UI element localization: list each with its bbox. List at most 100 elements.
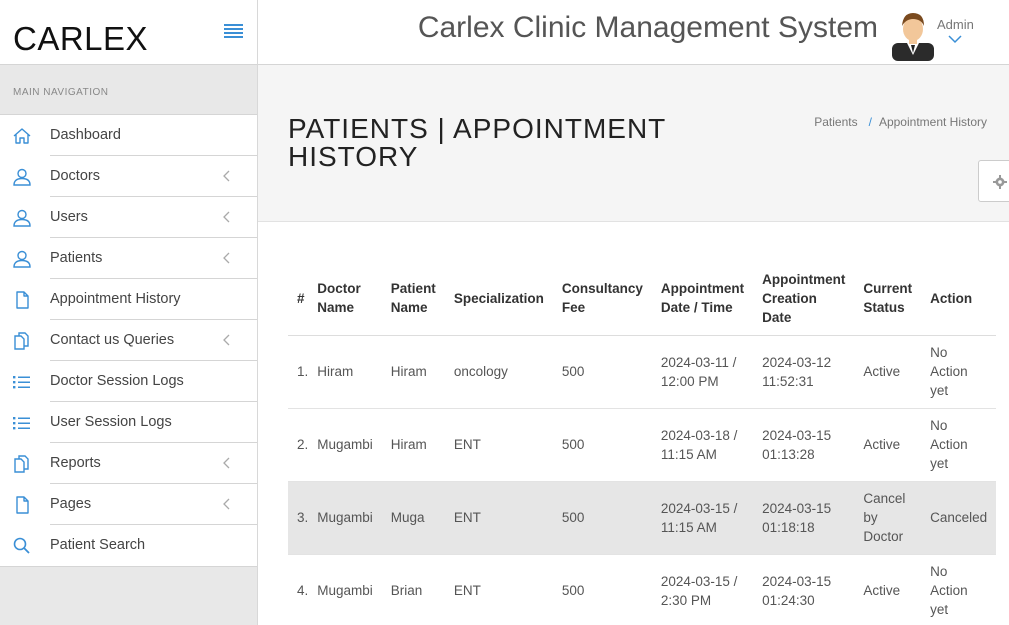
breadcrumb-separator: / (868, 115, 872, 129)
cell-action: Canceled (921, 481, 997, 555)
gear-icon (993, 175, 1007, 189)
main-navigation: Dashboard Doctors Users Patients Appointment… (0, 115, 257, 567)
cell-appointment-datetime: 2024-03-11 / 12:00 PM (651, 335, 754, 409)
column-header-appointment-datetime: Appointment Date / Time (651, 262, 754, 336)
cell-specialization: ENT (444, 554, 553, 625)
cell-num: 4. (288, 554, 309, 625)
cell-creation-date: 2024-03-15 01:18:18 (753, 481, 855, 555)
sidebar-item-reports[interactable]: Reports (0, 443, 257, 484)
breadcrumb: Patients / Appointment History (814, 115, 987, 129)
user-icon (12, 209, 32, 227)
cell-num: 3. (288, 481, 309, 555)
home-icon (12, 127, 32, 145)
cell-creation-date: 2024-03-15 01:24:30 (753, 554, 855, 625)
chevron-left-icon (221, 169, 233, 183)
cell-specialization: oncology (444, 335, 553, 409)
column-header-doctor-name: Doctor Name (308, 262, 382, 336)
column-header-action: Action (921, 262, 997, 336)
cell-consultancy-fee: 500 (552, 408, 652, 482)
column-header-num: # (288, 262, 309, 336)
cell-num: 2. (288, 408, 309, 482)
sidebar-item-doctor-session-logs[interactable]: Doctor Session Logs (0, 361, 257, 402)
table-row: 3. Mugambi Muga ENT 500 2024-03-15 / 11:15 AM… (288, 481, 997, 555)
column-header-creation-date: Appointment Creation Date (753, 262, 855, 336)
cell-doctor-name: Hiram (308, 335, 382, 409)
cell-appointment-datetime: 2024-03-15 / 2:30 PM (651, 554, 754, 625)
cell-patient-name: Hiram (381, 408, 445, 482)
table-row: 1. Hiram Hiram oncology 500 2024-03-11 / 12:0… (288, 335, 997, 409)
sidebar-item-doctors[interactable]: Doctors (0, 156, 257, 197)
sidebar-item-users[interactable]: Users (0, 197, 257, 238)
table-row: 4. Mugambi Brian ENT 500 2024-03-15 / 2:30 PM… (288, 554, 997, 625)
cell-doctor-name: Mugambi (308, 481, 382, 555)
sidebar-item-patient-search[interactable]: Patient Search (0, 525, 257, 566)
chevron-down-icon[interactable] (948, 35, 962, 44)
cell-doctor-name: Mugambi (308, 554, 382, 625)
cell-current-status: Active (854, 408, 922, 482)
sidebar-item-label: Appointment History (50, 279, 257, 320)
app-title: Carlex Clinic Management System (417, 11, 878, 44)
files-icon (12, 455, 32, 473)
cell-creation-date: 2024-03-12 11:52:31 (753, 335, 855, 409)
user-icon (12, 250, 32, 268)
settings-button[interactable] (978, 160, 1009, 202)
cell-patient-name: Hiram (381, 335, 445, 409)
cell-patient-name: Brian (381, 554, 445, 625)
appointment-table-container: # Doctor Name Patient Name Specialization Co… (288, 262, 997, 625)
column-header-patient-name: Patient Name (381, 262, 445, 336)
chevron-left-icon (221, 456, 233, 470)
cell-appointment-datetime: 2024-03-18 / 11:15 AM (651, 408, 754, 482)
list-icon (12, 373, 32, 391)
table-row: 2. Mugambi Hiram ENT 500 2024-03-18 / 11:15 A… (288, 408, 997, 482)
sidebar-item-label: Patient Search (50, 537, 146, 553)
nav-section-label: MAIN NAVIGATION (0, 65, 257, 115)
brand: CARLEX (0, 0, 257, 65)
user-icon (12, 168, 32, 186)
sidebar-item-label: Dashboard (50, 115, 257, 156)
chevron-left-icon (221, 210, 233, 224)
cell-consultancy-fee: 500 (552, 554, 652, 625)
cell-consultancy-fee: 500 (552, 335, 652, 409)
cell-action: No Action yet (921, 335, 997, 409)
user-name[interactable]: Admin (937, 17, 974, 32)
sidebar-item-label: Doctor Session Logs (50, 361, 257, 402)
topbar: Carlex Clinic Management System Admin (258, 0, 1009, 65)
cell-specialization: ENT (444, 408, 553, 482)
sidebar-item-pages[interactable]: Pages (0, 484, 257, 525)
cell-action: No Action yet (921, 554, 997, 625)
chevron-left-icon (221, 333, 233, 347)
breadcrumb-current: Appointment History (878, 115, 987, 129)
cell-consultancy-fee: 500 (552, 481, 652, 555)
chevron-left-icon (221, 497, 233, 511)
column-header-current-status: Current Status (854, 262, 922, 336)
cell-specialization: ENT (444, 481, 553, 555)
sidebar-item-dashboard[interactable]: Dashboard (0, 115, 257, 156)
appointment-history-table: # Doctor Name Patient Name Specialization Co… (288, 262, 997, 625)
file-icon (12, 496, 32, 514)
menu-toggle-icon[interactable] (224, 24, 243, 38)
sidebar: CARLEX MAIN NAVIGATION Dashboard Doctors U… (0, 0, 258, 625)
sidebar-item-patients[interactable]: Patients (0, 238, 257, 279)
list-icon (12, 414, 32, 432)
column-header-specialization: Specialization (444, 262, 553, 336)
file-icon (12, 291, 32, 309)
cell-action: No Action yet (921, 408, 997, 482)
cell-doctor-name: Mugambi (308, 408, 382, 482)
cell-num: 1. (288, 335, 309, 409)
sidebar-item-contact-us-queries[interactable]: Contact us Queries (0, 320, 257, 361)
column-header-consultancy-fee: Consultancy Fee (552, 262, 652, 336)
sidebar-item-label: User Session Logs (50, 402, 257, 443)
sidebar-item-appointment-history[interactable]: Appointment History (0, 279, 257, 320)
cell-appointment-datetime: 2024-03-15 / 11:15 AM (651, 481, 754, 555)
search-icon (12, 537, 32, 555)
table-header-row: # Doctor Name Patient Name Specialization Co… (288, 262, 997, 336)
breadcrumb-patients[interactable]: Patients (814, 115, 857, 129)
page-header: PATIENTS | APPOINTMENT HISTORY Patients /… (258, 65, 1009, 222)
cell-current-status: Active (854, 554, 922, 625)
brand-logo[interactable]: CARLEX (13, 20, 148, 58)
user-avatar[interactable] (892, 9, 934, 61)
cell-creation-date: 2024-03-15 01:13:28 (753, 408, 855, 482)
files-icon (12, 332, 32, 350)
cell-current-status: Cancel by Doctor (854, 481, 922, 555)
sidebar-item-user-session-logs[interactable]: User Session Logs (0, 402, 257, 443)
